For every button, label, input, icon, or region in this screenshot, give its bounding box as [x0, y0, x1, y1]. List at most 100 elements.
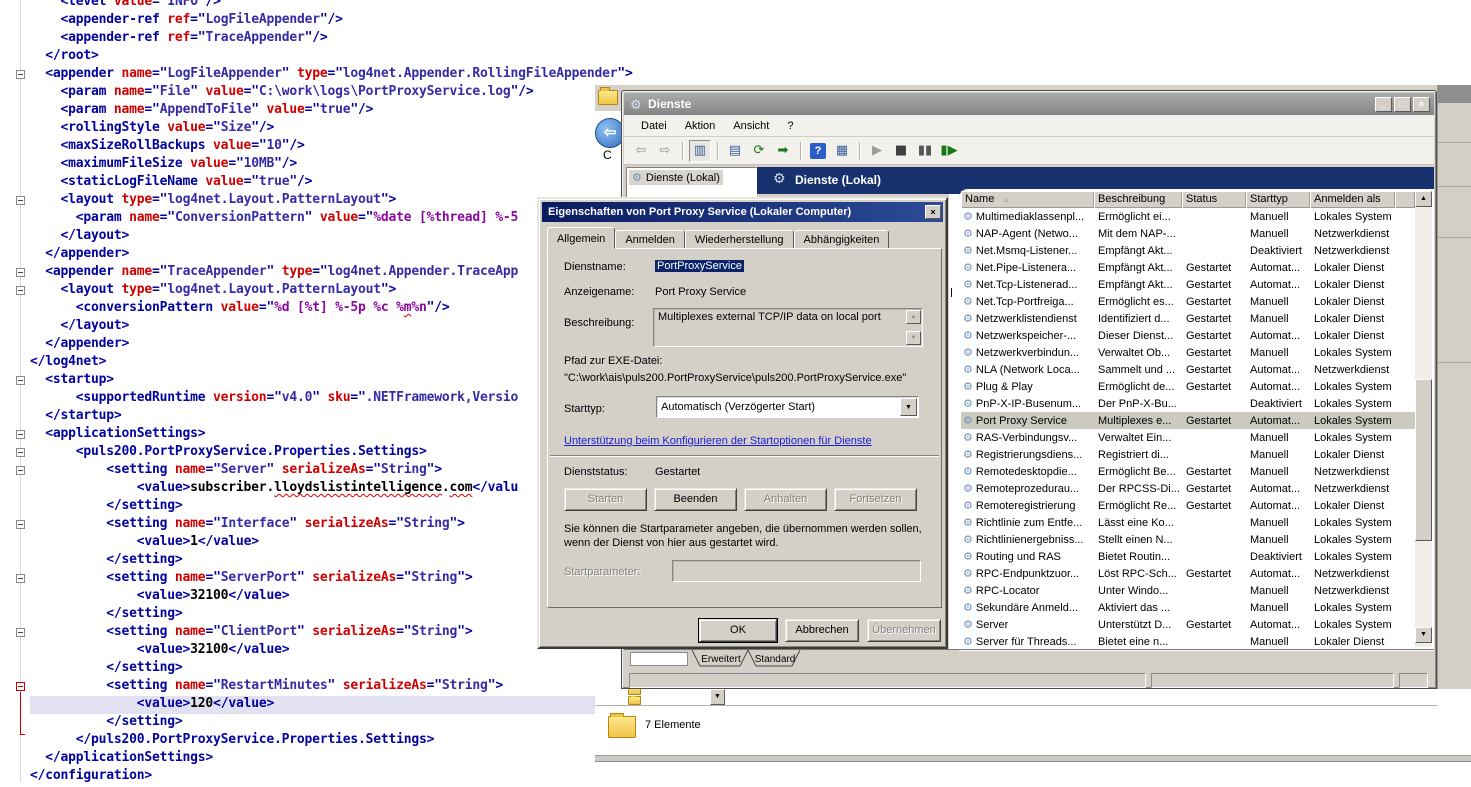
service-name: Server [976, 619, 1008, 631]
menu-datei[interactable]: Datei [632, 117, 676, 135]
fold-toggle-icon[interactable] [16, 430, 25, 439]
scroll-up-icon[interactable]: ▲ [906, 310, 921, 324]
column-header-name[interactable]: Name▲ [961, 191, 1094, 208]
service-row[interactable]: ⚙Sekundäre Anmeld...Aktiviert das ...Man… [961, 599, 1415, 616]
fold-toggle-icon[interactable] [16, 628, 25, 637]
action-pane-icon[interactable]: ▦ [831, 140, 853, 162]
scroll-down-icon[interactable]: ▼ [1415, 627, 1432, 643]
service-row[interactable]: ⚙Port Proxy ServiceMultiplexes e...Gesta… [961, 412, 1415, 429]
fold-toggle-icon[interactable] [16, 268, 25, 277]
service-row[interactable]: ⚙Netzwerkspeicher-...Dieser Dienst...Ges… [961, 327, 1415, 344]
fold-toggle-icon[interactable] [16, 448, 25, 457]
cell: Automat... [1246, 330, 1310, 342]
service-row[interactable]: ⚙NetzwerklistendienstIdentifiziert d...G… [961, 310, 1415, 327]
service-row[interactable]: ⚙RPC-LocatorUnter Windo...ManuellNetzwer… [961, 582, 1415, 599]
cell: Gestartet [1182, 381, 1246, 393]
chevron-down-icon[interactable]: ▼ [900, 398, 917, 416]
service-row[interactable]: ⚙Richtlinie zum Entfe...Lässt eine Ko...… [961, 514, 1415, 531]
fold-toggle-icon[interactable] [16, 286, 25, 295]
startoptionen-link[interactable]: Unterstützung beim Konfigurieren der Sta… [564, 435, 872, 447]
scroll-down-icon[interactable]: ▼ [906, 331, 921, 345]
cell: ⚙Port Proxy Service [961, 414, 1094, 427]
show-console-tree-icon[interactable]: ▥ [689, 140, 711, 162]
service-name: RAS-Verbindungsv... [976, 432, 1077, 444]
service-row[interactable]: ⚙Net.Tcp-Listenerad...Empfängt Akt...Ges… [961, 276, 1415, 293]
service-name: Richtlinie zum Entfe... [976, 517, 1082, 529]
service-row[interactable]: ⚙NLA (Network Loca...Sammelt und ...Gest… [961, 361, 1415, 378]
pause-service-icon[interactable]: ▮▮ [914, 140, 936, 162]
export-list-icon[interactable]: ➡ [772, 140, 794, 162]
service-name: Multimediaklassenpl... [976, 211, 1084, 223]
refresh-icon[interactable]: ⟳ [748, 140, 770, 162]
service-row[interactable]: ⚙Multimediaklassenpl...Ermöglicht ei...M… [961, 208, 1415, 225]
fold-toggle-icon[interactable] [16, 70, 25, 79]
beschreibung-field[interactable]: Multiplexes external TCP/IP data on loca… [653, 308, 923, 347]
service-row[interactable]: ⚙Net.Pipe-Listenera...Empfängt Akt...Ges… [961, 259, 1415, 276]
column-header-starttyp[interactable]: Starttyp [1246, 191, 1310, 208]
service-row[interactable]: ⚙Richtlinienergebniss...Stellt einen N..… [961, 531, 1415, 548]
service-row[interactable]: ⚙Plug & PlayErmöglicht de...GestartetAut… [961, 378, 1415, 395]
help-icon[interactable]: ? [807, 140, 829, 162]
column-header-anmeldenals[interactable]: Anmelden als [1310, 191, 1395, 208]
forward-icon[interactable]: ⇨ [654, 140, 676, 162]
fold-toggle-icon[interactable] [16, 196, 25, 205]
service-row[interactable]: ⚙ServerUnterstützt D...GestartetAutomat.… [961, 616, 1415, 633]
tab-abhaengigkeiten[interactable]: Abhängigkeiten [794, 230, 890, 249]
tree-item-dienste-lokal[interactable]: ⚙ Dienste (Lokal) [629, 170, 723, 185]
service-row[interactable]: ⚙Net.Msmq-Listener...Empfängt Akt...Deak… [961, 242, 1415, 259]
fold-toggle-icon[interactable] [16, 376, 25, 385]
close-icon[interactable]: × [925, 205, 941, 219]
close-button[interactable]: × [1413, 97, 1430, 112]
minimize-button[interactable]: _ [1375, 97, 1392, 112]
starttyp-select[interactable]: Automatisch (Verzögerter Start) ▼ [656, 396, 919, 418]
folder-icon [628, 696, 641, 705]
service-row[interactable]: ⚙RAS-Verbindungsv...Verwaltet Ein...Manu… [961, 429, 1415, 446]
ok-button[interactable]: OK [699, 619, 777, 642]
tab-erweitert[interactable]: Erweitert [701, 654, 741, 665]
folder-list-item[interactable] [628, 696, 641, 705]
services-gear-icon: ⚙ [630, 95, 642, 117]
services-titlebar[interactable]: ⚙ Dienste _□× [624, 93, 1434, 115]
vertical-scrollbar[interactable]: ▲ ▼ [1415, 191, 1432, 647]
dropdown-icon[interactable]: ▼ [710, 689, 725, 705]
menu-ansicht[interactable]: Ansicht [724, 117, 778, 135]
column-header-status[interactable]: Status [1182, 191, 1246, 208]
service-row[interactable]: ⚙Netzwerkverbindun...Verwaltet Ob...Gest… [961, 344, 1415, 361]
fold-toggle-icon[interactable] [16, 682, 25, 691]
tab-allgemein[interactable]: Allgemein [547, 227, 615, 249]
maximize-button[interactable]: □ [1394, 97, 1411, 112]
fold-toggle-icon[interactable] [16, 466, 25, 475]
cell: Lokales System [1310, 211, 1395, 223]
service-row[interactable]: ⚙Registrierungsdiens...Registriert di...… [961, 446, 1415, 463]
scroll-up-icon[interactable]: ▲ [1415, 191, 1432, 207]
dialog-tabs: AllgemeinAnmeldenWiederherstellungAbhäng… [547, 227, 889, 249]
service-row[interactable]: ⚙PnP-X-IP-Busenum...Der PnP-X-Bu...Deakt… [961, 395, 1415, 412]
service-row[interactable]: ⚙Remotedesktopdie...Ermöglicht Be...Gest… [961, 463, 1415, 480]
service-row[interactable]: ⚙Server für Threads...Bietet eine n...Ma… [961, 633, 1415, 650]
fold-toggle-icon[interactable] [16, 520, 25, 529]
column-header-beschreibung[interactable]: Beschreibung [1094, 191, 1182, 208]
scrollbar-thumb[interactable] [1415, 379, 1432, 541]
tab-wiederherstellung[interactable]: Wiederherstellung [685, 230, 794, 249]
menu-aktion[interactable]: Aktion [676, 117, 725, 135]
beenden-button[interactable]: Beenden [654, 488, 737, 511]
dialog-titlebar[interactable]: Eigenschaften von Port Proxy Service (Lo… [542, 202, 943, 222]
restart-service-icon[interactable]: ▮▶ [938, 140, 960, 162]
code-line: <level value="INFO"/> [30, 0, 595, 12]
menu-hilfe[interactable]: ? [778, 117, 802, 135]
back-icon[interactable]: ⇦ [630, 140, 652, 162]
start-service-icon[interactable]: ▶ [866, 140, 888, 162]
abbrechen-button[interactable]: Abbrechen [785, 619, 859, 642]
service-row[interactable]: ⚙RPC-Endpunktzuor...Löst RPC-Sch...Gesta… [961, 565, 1415, 582]
service-row[interactable]: ⚙Net.Tcp-Portfreiga...Ermöglicht es...Ge… [961, 293, 1415, 310]
cell: Manuell [1246, 449, 1310, 461]
tab-standard[interactable]: Standard [755, 654, 796, 665]
service-row[interactable]: ⚙NAP-Agent (Netwo...Mit dem NAP-...Manue… [961, 225, 1415, 242]
properties-icon[interactable]: ▤ [724, 140, 746, 162]
stop-service-icon[interactable]: ■ [890, 140, 912, 162]
tab-anmelden[interactable]: Anmelden [615, 230, 685, 249]
service-row[interactable]: ⚙Remoteprozedurau...Der RPCSS-Di...Gesta… [961, 480, 1415, 497]
service-row[interactable]: ⚙Routing und RASBietet Routin...Deaktivi… [961, 548, 1415, 565]
service-row[interactable]: ⚙RemoteregistrierungErmöglicht Re...Gest… [961, 497, 1415, 514]
fold-toggle-icon[interactable] [16, 574, 25, 583]
